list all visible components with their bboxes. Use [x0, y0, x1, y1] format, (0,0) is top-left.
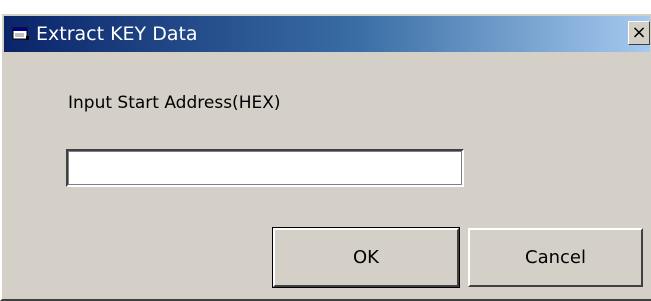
start-address-input[interactable] — [66, 149, 464, 187]
window-title: Extract KEY Data — [36, 23, 198, 45]
title-bar[interactable]: Extract KEY Data × — [4, 16, 650, 52]
ok-button[interactable]: OK — [272, 227, 460, 288]
dialog-window: Extract KEY Data × Input Start Address(H… — [0, 12, 651, 301]
cancel-button[interactable]: Cancel — [468, 228, 643, 287]
start-address-label: Input Start Address(HEX) — [68, 93, 281, 113]
close-icon: × — [631, 22, 647, 43]
close-button[interactable]: × — [628, 21, 650, 45]
window-app-icon — [12, 26, 30, 42]
